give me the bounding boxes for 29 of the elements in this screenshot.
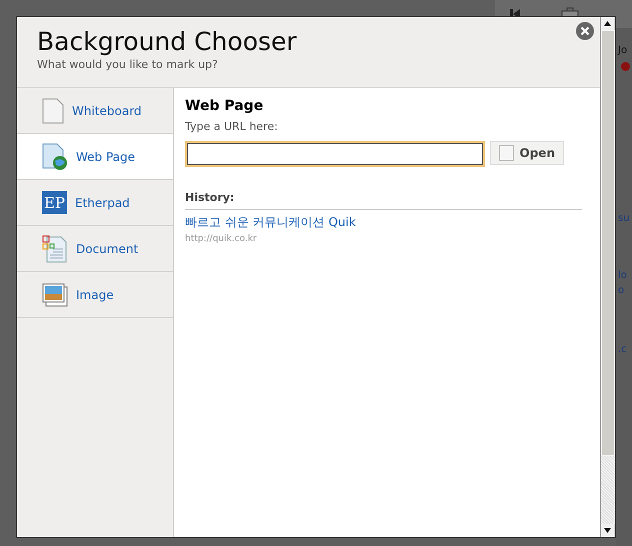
open-button[interactable]: Open xyxy=(490,141,564,165)
background-text: lo xyxy=(617,269,628,283)
url-input[interactable] xyxy=(185,141,485,167)
dialog-title: Background Chooser xyxy=(37,27,298,57)
background-text: .c xyxy=(617,343,628,357)
etherpad-logo: EP xyxy=(42,191,67,214)
scrollbar[interactable] xyxy=(600,17,615,537)
scroll-down-icon[interactable] xyxy=(601,524,614,537)
history-url: http://quik.co.kr xyxy=(185,234,258,244)
scroll-thumb[interactable] xyxy=(601,30,615,456)
sidebar-item[interactable]: Document xyxy=(17,226,173,272)
history-label: History: xyxy=(185,191,582,210)
panel-heading: Web Page xyxy=(185,98,264,114)
url-label: Type a URL here: xyxy=(185,120,279,133)
document-icon xyxy=(42,234,68,262)
sidebar-item[interactable]: Web Page xyxy=(17,134,173,180)
background-text: o xyxy=(617,284,626,298)
history-link[interactable]: 빠르고 쉬운 커뮤니케이션 Quik xyxy=(185,214,582,231)
scroll-up-icon[interactable] xyxy=(601,17,614,30)
blank-page-icon xyxy=(42,98,64,124)
background-text: su xyxy=(617,212,631,226)
photo-stack-icon xyxy=(42,282,68,306)
close-icon[interactable] xyxy=(576,22,594,40)
sidebar-item[interactable]: EP Etherpad xyxy=(17,180,173,226)
background-text: Jo xyxy=(616,44,628,58)
status-dot xyxy=(621,62,630,71)
sidebar-item[interactable]: Image xyxy=(17,272,173,318)
globe-page-icon xyxy=(42,142,68,170)
dialog-subtitle: What would you like to mark up? xyxy=(37,58,219,71)
